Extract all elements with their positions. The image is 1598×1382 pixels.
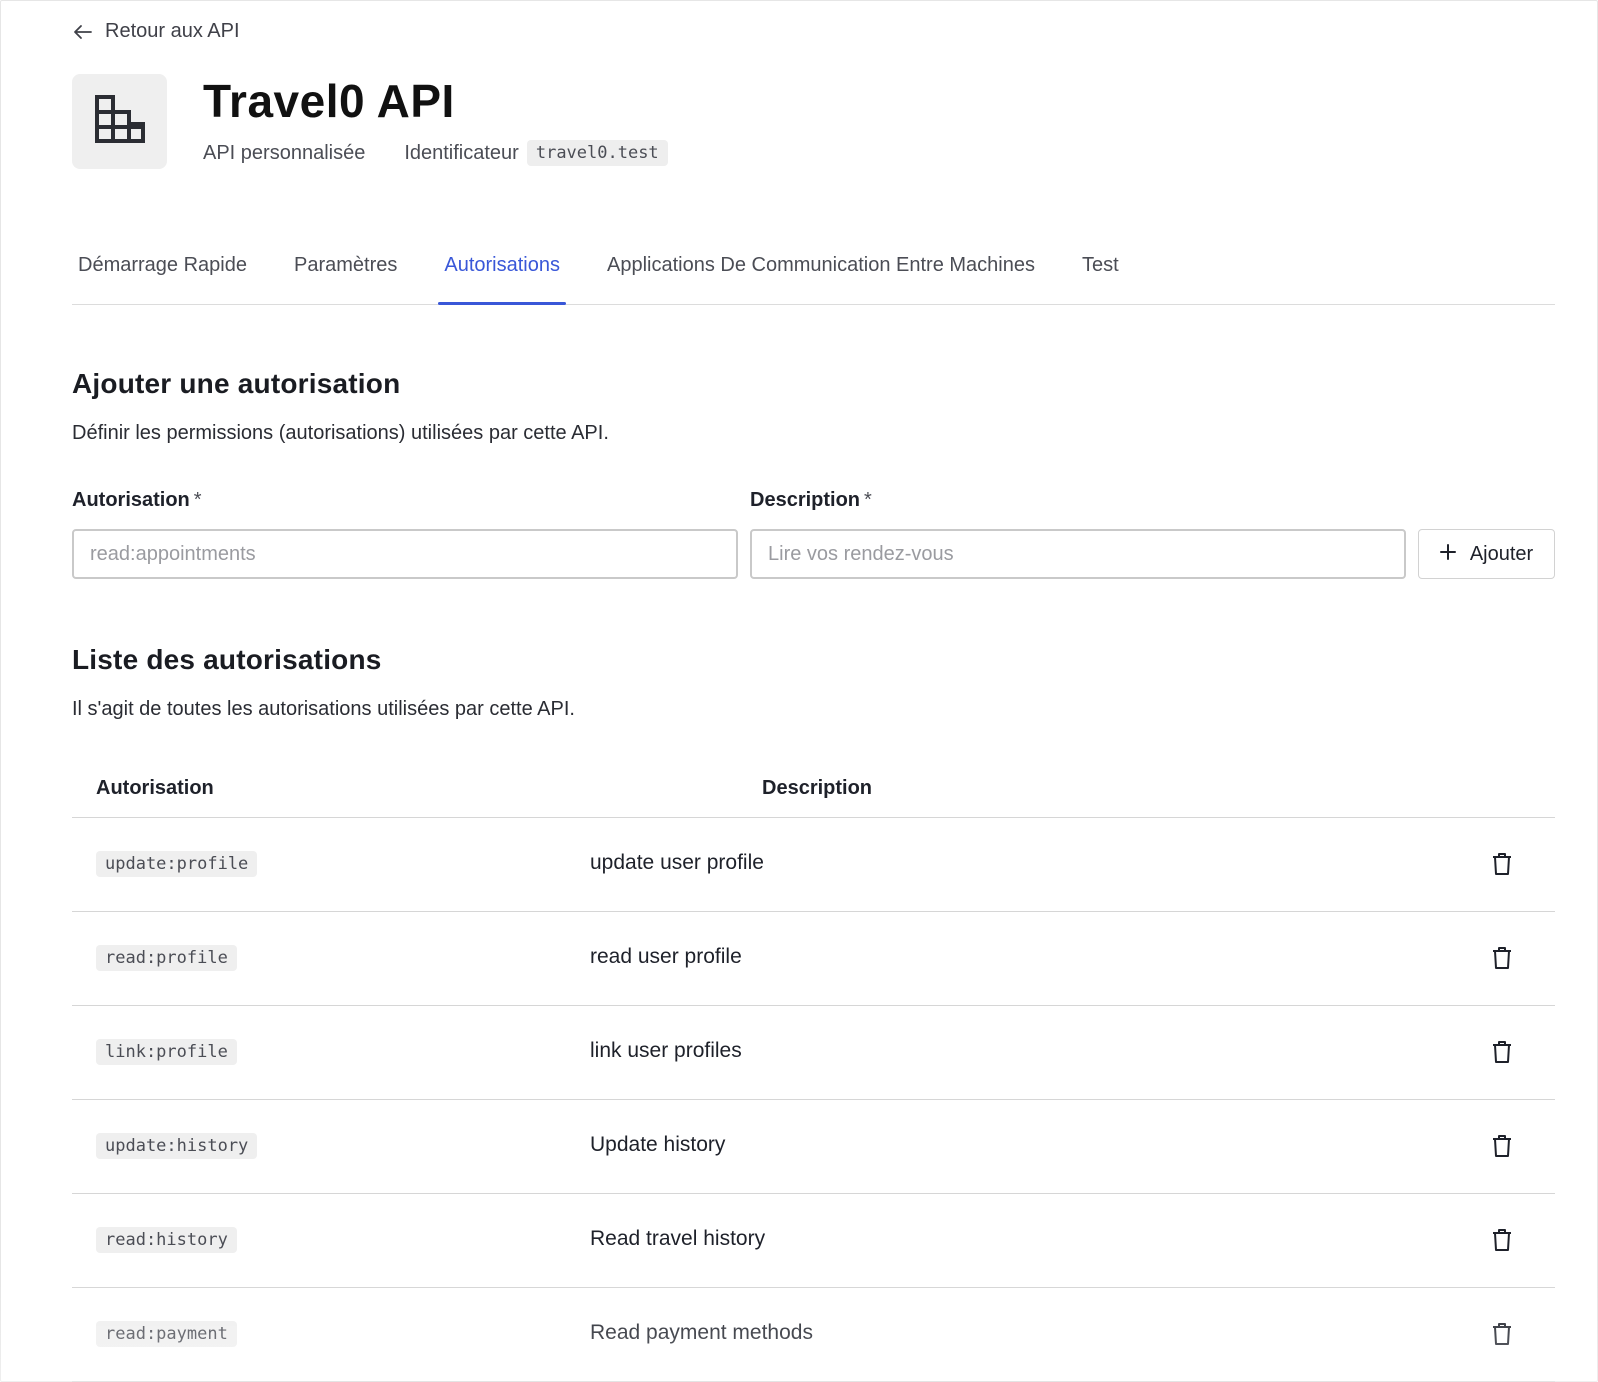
arrow-left-icon [73, 24, 93, 40]
trash-icon [1493, 1323, 1511, 1345]
identifier-value: travel0.test [526, 140, 668, 166]
building-icon [94, 94, 146, 149]
permission-list-heading: Liste des autorisations [72, 644, 382, 675]
permission-description: update user profile [590, 851, 764, 874]
tab-label: Test [1081, 254, 1119, 276]
tab-permissions[interactable]: Autorisations [438, 244, 566, 305]
table-row: update:history Update history [72, 1100, 1555, 1194]
add-permission-button[interactable]: Ajouter [1418, 529, 1555, 579]
permission-scope: link:profile [96, 1039, 237, 1065]
page-title: Travel0 API [203, 75, 455, 127]
tab-bar: Démarrage Rapide Paramètres Autorisation… [72, 244, 1555, 305]
permission-description: Read travel history [590, 1227, 766, 1250]
permission-label-text: Autorisation [72, 489, 190, 511]
tab-quickstart[interactable]: Démarrage Rapide [72, 244, 253, 293]
permission-scope: read:history [96, 1227, 237, 1253]
delete-permission-button[interactable] [1488, 1132, 1516, 1160]
permission-scope: update:profile [96, 851, 258, 877]
table-row: read:history Read travel history [72, 1194, 1555, 1288]
trash-icon [1493, 1135, 1511, 1157]
tab-label: Autorisations [444, 254, 560, 276]
tab-test[interactable]: Test [1076, 244, 1125, 293]
permission-description: read user profile [590, 945, 742, 968]
table-row: read:payment Read payment methods [72, 1288, 1555, 1382]
api-meta: API personnalisée Identificateur travel0… [203, 140, 668, 166]
table-header: Autorisation Description [72, 755, 1555, 818]
add-button-label: Ajouter [1469, 542, 1534, 565]
permission-scope: update:history [96, 1133, 258, 1159]
tab-label: Démarrage Rapide [78, 254, 247, 276]
permission-scope: read:profile [96, 945, 237, 971]
add-permission-heading: Ajouter une autorisation [72, 368, 401, 399]
permission-description: link user profiles [590, 1039, 742, 1062]
required-marker: * [864, 489, 872, 511]
trash-icon [1493, 947, 1511, 969]
api-logo [72, 74, 167, 169]
table-row: link:profile link user profiles [72, 1006, 1555, 1100]
trash-icon [1493, 853, 1511, 875]
permission-list-description: Il s'agit de toutes les autorisations ut… [72, 698, 575, 720]
description-label-text: Description [750, 489, 861, 511]
description-input[interactable] [750, 529, 1406, 579]
identifier-label: Identificateur [404, 141, 519, 164]
permission-field-label: Autorisation * [72, 489, 202, 512]
delete-permission-button[interactable] [1488, 850, 1516, 878]
permission-scope: read:payment [96, 1321, 237, 1347]
tab-label: Paramètres [293, 254, 398, 276]
table-row: read:profile read user profile [72, 912, 1555, 1006]
column-header-description: Description [762, 777, 873, 799]
delete-permission-button[interactable] [1488, 944, 1516, 972]
tab-settings[interactable]: Paramètres [288, 244, 403, 293]
required-marker: * [193, 489, 202, 511]
plus-icon [1439, 543, 1456, 566]
permission-description: Update history [590, 1133, 726, 1156]
tab-label: Applications De Communication Entre Mach… [606, 254, 1035, 276]
back-link-label: Retour aux API [105, 20, 240, 42]
delete-permission-button[interactable] [1488, 1320, 1516, 1348]
permission-description: Read payment methods [590, 1321, 813, 1344]
description-field-label: Description * [750, 489, 872, 512]
table-row: update:profile update user profile [72, 818, 1555, 912]
permission-input[interactable] [72, 529, 738, 579]
tab-machine-to-machine-applications[interactable]: Applications De Communication Entre Mach… [601, 244, 1041, 293]
add-permission-description: Définir les permissions (autorisations) … [72, 422, 609, 444]
api-type-label: API personnalisée [203, 141, 366, 164]
trash-icon [1493, 1229, 1511, 1251]
back-to-apis-link[interactable]: Retour aux API [73, 20, 240, 43]
permissions-table: Autorisation Description update:profile … [72, 755, 1555, 1382]
delete-permission-button[interactable] [1488, 1226, 1516, 1254]
trash-icon [1493, 1041, 1511, 1063]
column-header-permission: Autorisation [96, 777, 214, 799]
delete-permission-button[interactable] [1488, 1038, 1516, 1066]
